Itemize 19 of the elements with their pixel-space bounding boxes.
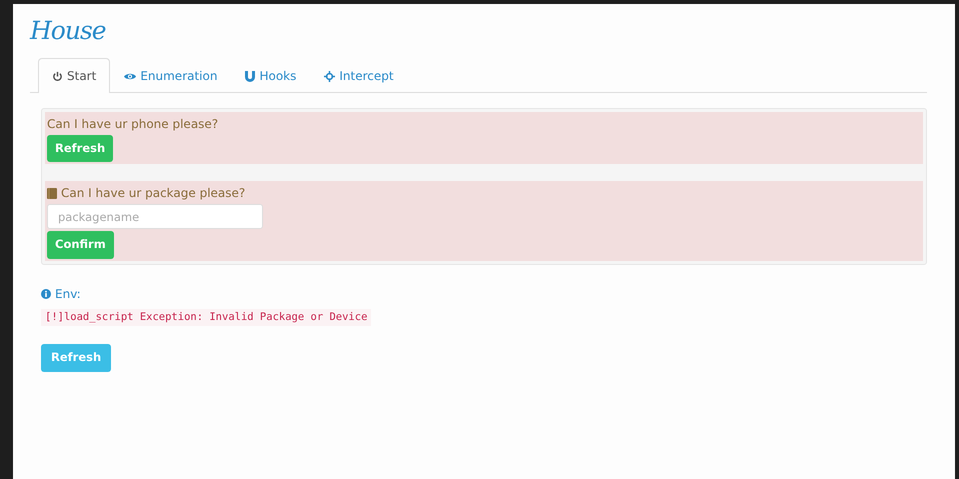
- info-icon: [41, 288, 51, 298]
- package-name-field[interactable]: packagename: [47, 204, 263, 230]
- tab[interactable]: Intercept: [310, 58, 408, 93]
- magnet-icon: [245, 70, 256, 82]
- book-icon: [47, 188, 57, 199]
- tab[interactable]: Hooks: [231, 58, 310, 93]
- refresh-button[interactable]: Refresh: [41, 344, 112, 372]
- eye-icon: [124, 72, 136, 80]
- refresh-button[interactable]: Refresh: [47, 135, 114, 162]
- error-message: [!]load_script Exception: Invalid Package or Device: [41, 308, 372, 326]
- tab[interactable]: Start: [38, 58, 110, 93]
- question-text: Can I have ur package please?: [61, 185, 246, 202]
- tab[interactable]: Enumeration: [110, 58, 232, 93]
- power-icon: [52, 70, 63, 82]
- page-title: House: [30, 15, 107, 47]
- env-label: Env:: [55, 286, 81, 302]
- crosshair-icon: [324, 70, 336, 82]
- confirm-button[interactable]: Confirm: [47, 231, 114, 258]
- question-text: Can I have ur phone please?: [47, 116, 218, 133]
